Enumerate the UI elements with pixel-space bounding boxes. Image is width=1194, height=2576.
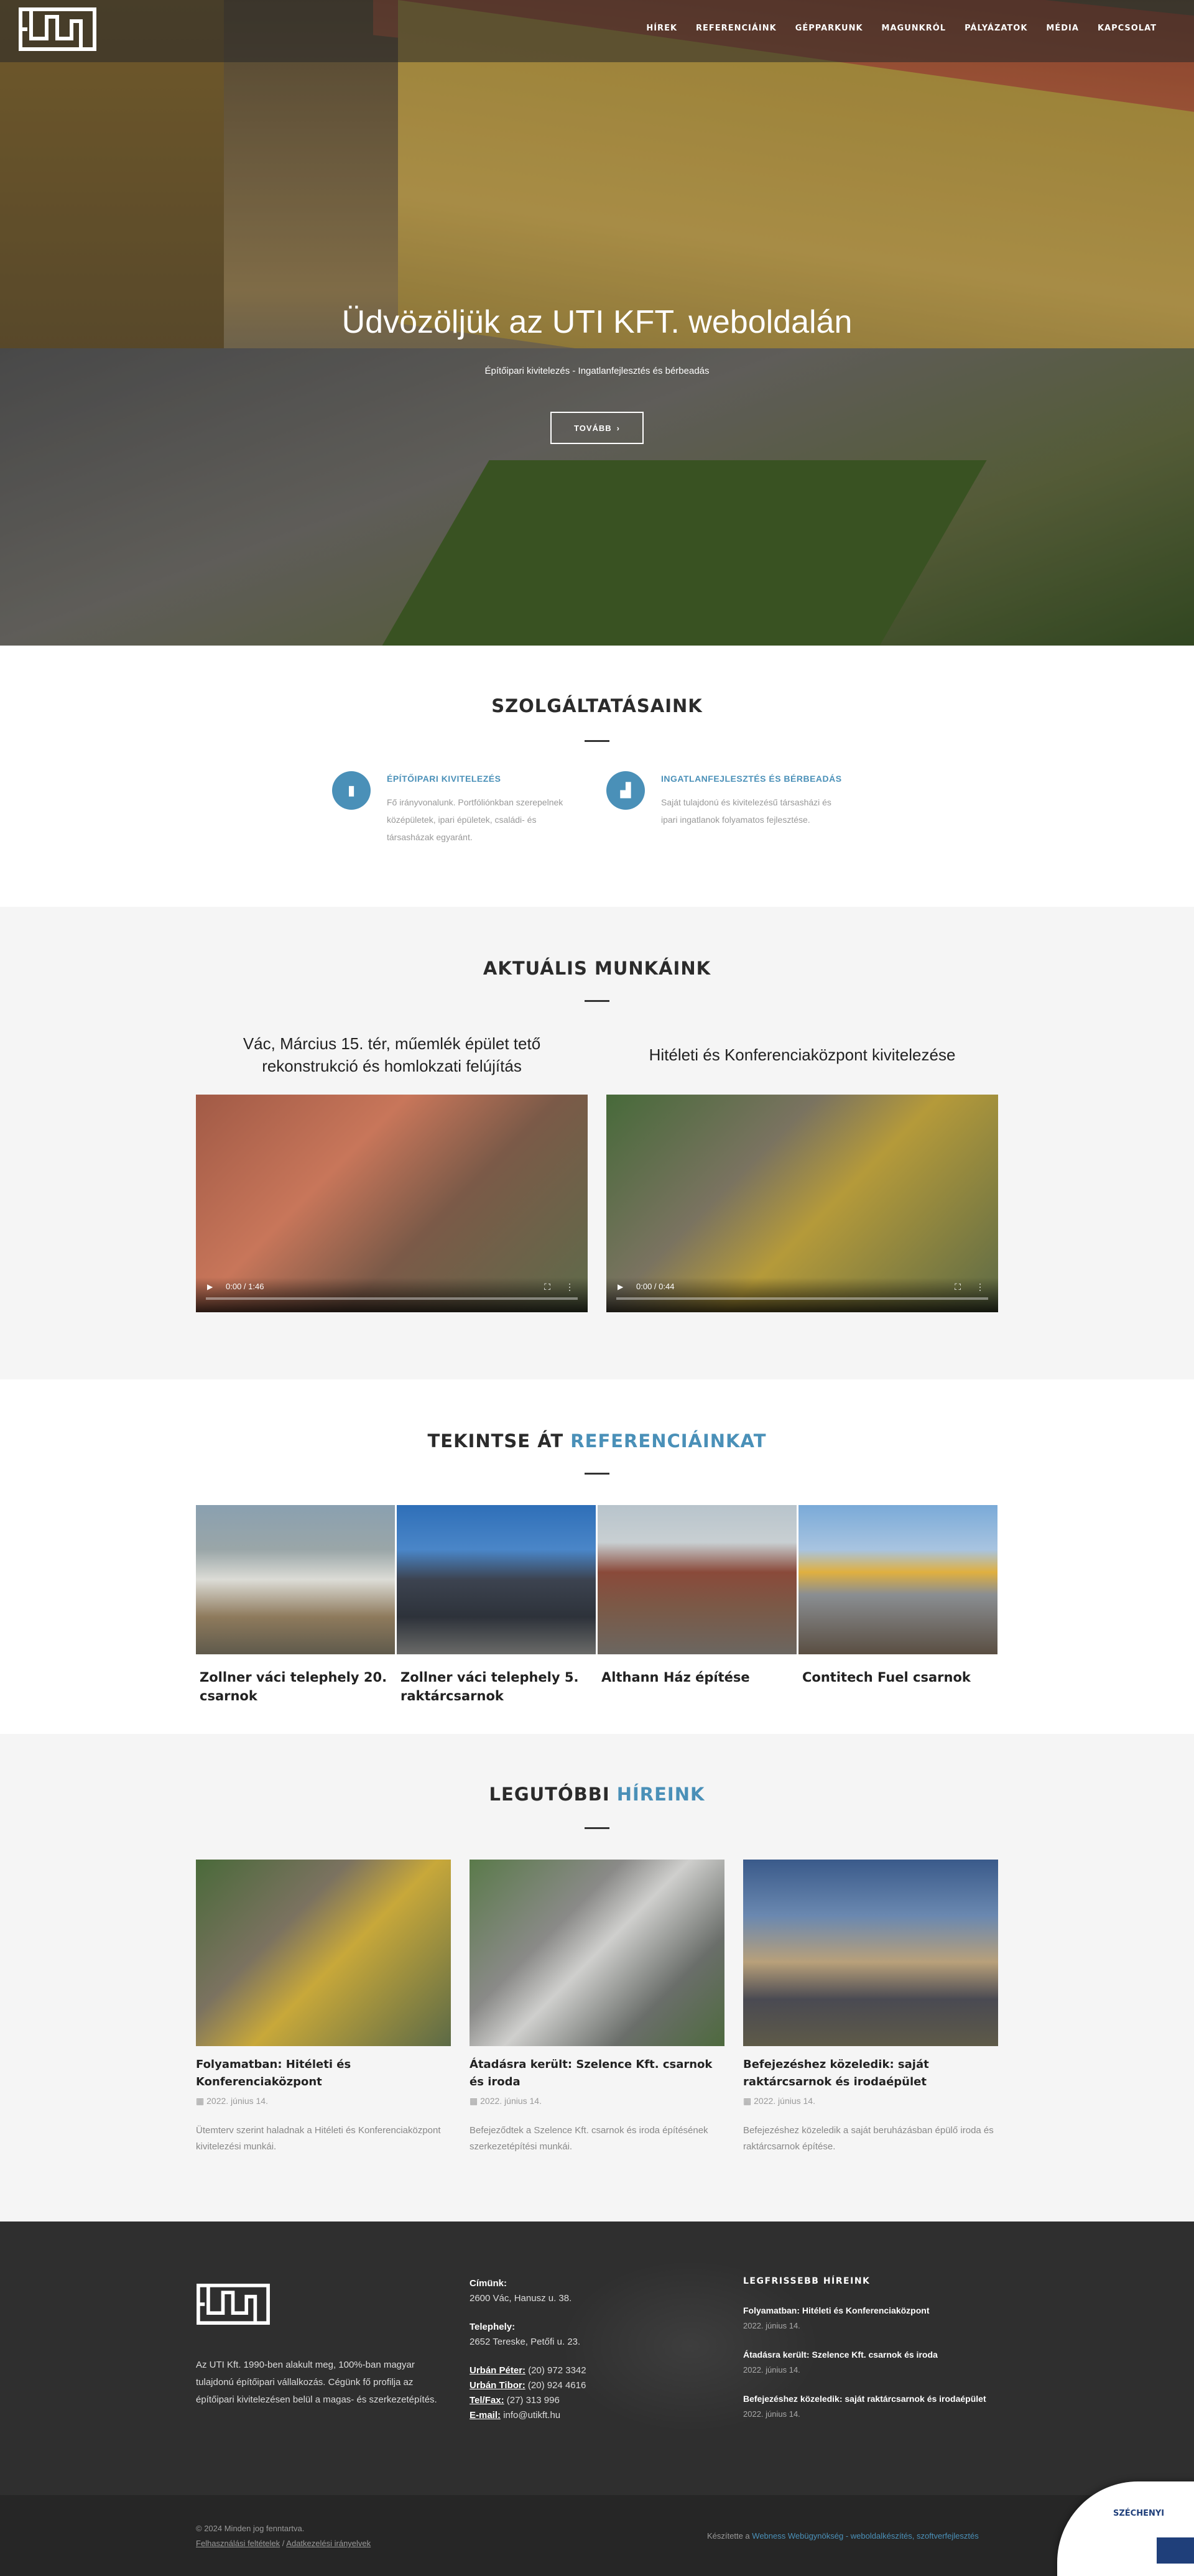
nav-magunkrol[interactable]: MAGUNKRÓL: [882, 24, 946, 33]
reference-image[interactable]: [196, 1505, 395, 1654]
references-section: TEKINTSE ÁT REFERENCIÁINKAT Zollner váci…: [0, 1379, 1194, 1734]
work-item: Hitéleti és Konferenciaközpont kivitelez…: [606, 1032, 998, 1312]
site-footer: Az UTI Kft. 1990-ben alakult meg, 100%-b…: [0, 2222, 1194, 2495]
footer-news-item[interactable]: Befejezéshez közeledik: saját raktárcsar…: [743, 2392, 992, 2419]
footer-latest-news: LEGFRISSEBB HÍREINK Folyamatban: Hitélet…: [743, 2276, 992, 2436]
footer-bottom-bar: © 2024 Minden jog fenntartva. Felhasznál…: [0, 2495, 1194, 2576]
continue-button[interactable]: TOVÁBB ›: [550, 412, 644, 444]
nav-kapcsolat[interactable]: KAPCSOLAT: [1098, 24, 1157, 33]
nav-referenciaink[interactable]: REFERENCIÁINK: [696, 24, 777, 33]
credit-link[interactable]: Webness Webügynökség - weboldalkészítés,…: [752, 2531, 978, 2541]
news-card: Átadásra került: Szelence Kft. csarnok é…: [470, 1860, 724, 2155]
reference-card[interactable]: Zollner váci telephely 5. raktárcsarnok: [397, 1505, 596, 1705]
footer-about: Az UTI Kft. 1990-ben alakult meg, 100%-b…: [196, 2284, 445, 2409]
services-title: SZOLGÁLTATÁSAINK: [491, 695, 703, 716]
main-nav: HÍREK REFERENCIÁINK GÉPPARKUNK MAGUNKRÓL…: [627, 24, 1157, 33]
fullscreen-icon[interactable]: ⛶: [544, 1282, 550, 1292]
services-section: SZOLGÁLTATÁSAINK ▮ ÉPÍTŐIPARI KIVITELEZÉ…: [0, 646, 1194, 907]
privacy-link[interactable]: Adatkezelési irányelvek: [286, 2539, 371, 2548]
site-header: HÍREK REFERENCIÁINK GÉPPARKUNK MAGUNKRÓL…: [0, 0, 1194, 62]
nav-gepparkunk[interactable]: GÉPPARKUNK: [795, 24, 863, 33]
work-item: Vác, Március 15. tér, műemlék épület tet…: [196, 1032, 588, 1312]
calendar-icon: ▦: [196, 2096, 207, 2106]
hero-title: Üdvözöljük az UTI KFT. weboldalán: [341, 304, 853, 340]
reference-card[interactable]: Althann Ház építése: [598, 1505, 797, 1687]
eu-flag-icon: [1157, 2537, 1194, 2564]
works-title: AKTUÁLIS MUNKÁINK: [483, 958, 711, 979]
fullscreen-icon[interactable]: ⛶: [955, 1282, 961, 1292]
works-section: AKTUÁLIS MUNKÁINK Vác, Március 15. tér, …: [0, 907, 1194, 1379]
chart-icon: ▟: [606, 771, 645, 810]
footer-news-item[interactable]: Átadásra került: Szelence Kft. csarnok é…: [743, 2348, 992, 2374]
chevron-right-icon: ›: [616, 423, 620, 433]
news-card: Befejezéshez közeledik: saját raktárcsar…: [743, 1860, 998, 2155]
calendar-icon: ▦: [470, 2096, 481, 2106]
uti-logo[interactable]: [19, 7, 96, 51]
references-title: TEKINTSE ÁT REFERENCIÁINKAT: [427, 1430, 767, 1452]
nav-hirek[interactable]: HÍREK: [646, 24, 677, 33]
uti-logo[interactable]: [196, 2284, 271, 2325]
reference-image[interactable]: [598, 1505, 797, 1654]
more-icon[interactable]: ⋮: [565, 1282, 574, 1292]
news-image[interactable]: [196, 1860, 451, 2046]
credit: Készítette a Webness Webügynökség - webo…: [707, 2531, 979, 2541]
news-image[interactable]: [743, 1860, 998, 2046]
nav-media[interactable]: MÉDIA: [1046, 24, 1079, 33]
reference-card[interactable]: Contitech Fuel csarnok: [798, 1505, 997, 1687]
footer-contact: Címünk: 2600 Vác, Hanusz u. 38. Telephel…: [470, 2278, 586, 2421]
footer-news-item[interactable]: Folyamatban: Hitéleti és Konferenciaközp…: [743, 2304, 992, 2330]
terms-link[interactable]: Felhasználási feltételek: [196, 2539, 280, 2548]
play-icon[interactable]: ▶: [207, 1282, 213, 1291]
play-icon[interactable]: ▶: [618, 1282, 623, 1291]
nav-palyazatok[interactable]: PÁLYÁZATOK: [965, 24, 1027, 33]
reference-image[interactable]: [397, 1505, 596, 1654]
video-player[interactable]: ▶ 0:00 / 0:44 ⛶ ⋮: [606, 1095, 998, 1312]
news-image[interactable]: [470, 1860, 724, 2046]
building-icon: ▮: [332, 771, 371, 810]
video-progress[interactable]: [616, 1297, 988, 1300]
news-card: Folyamatban: Hitéleti és Konferenciaközp…: [196, 1860, 451, 2155]
news-section: LEGUTÓBBI HÍREINK Folyamatban: Hitéleti …: [0, 1734, 1194, 2222]
legal-links: Felhasználási feltételek / Adatkezelési …: [196, 2539, 371, 2548]
copyright: © 2024 Minden jog fenntartva.: [196, 2524, 305, 2533]
hero-section: Üdvözöljük az UTI KFT. weboldalán Építői…: [0, 0, 1194, 646]
more-icon[interactable]: ⋮: [976, 1282, 984, 1292]
video-progress[interactable]: [206, 1297, 578, 1300]
video-player[interactable]: ▶ 0:00 / 1:46 ⛶ ⋮: [196, 1095, 588, 1312]
hero-subtitle: Építőipari kivitelezés - Ingatlanfejlesz…: [484, 366, 710, 376]
news-title: LEGUTÓBBI HÍREINK: [489, 1784, 705, 1805]
reference-card[interactable]: Zollner váci telephely 20. csarnok: [196, 1505, 395, 1705]
calendar-icon: ▦: [743, 2096, 754, 2106]
reference-image[interactable]: [798, 1505, 997, 1654]
